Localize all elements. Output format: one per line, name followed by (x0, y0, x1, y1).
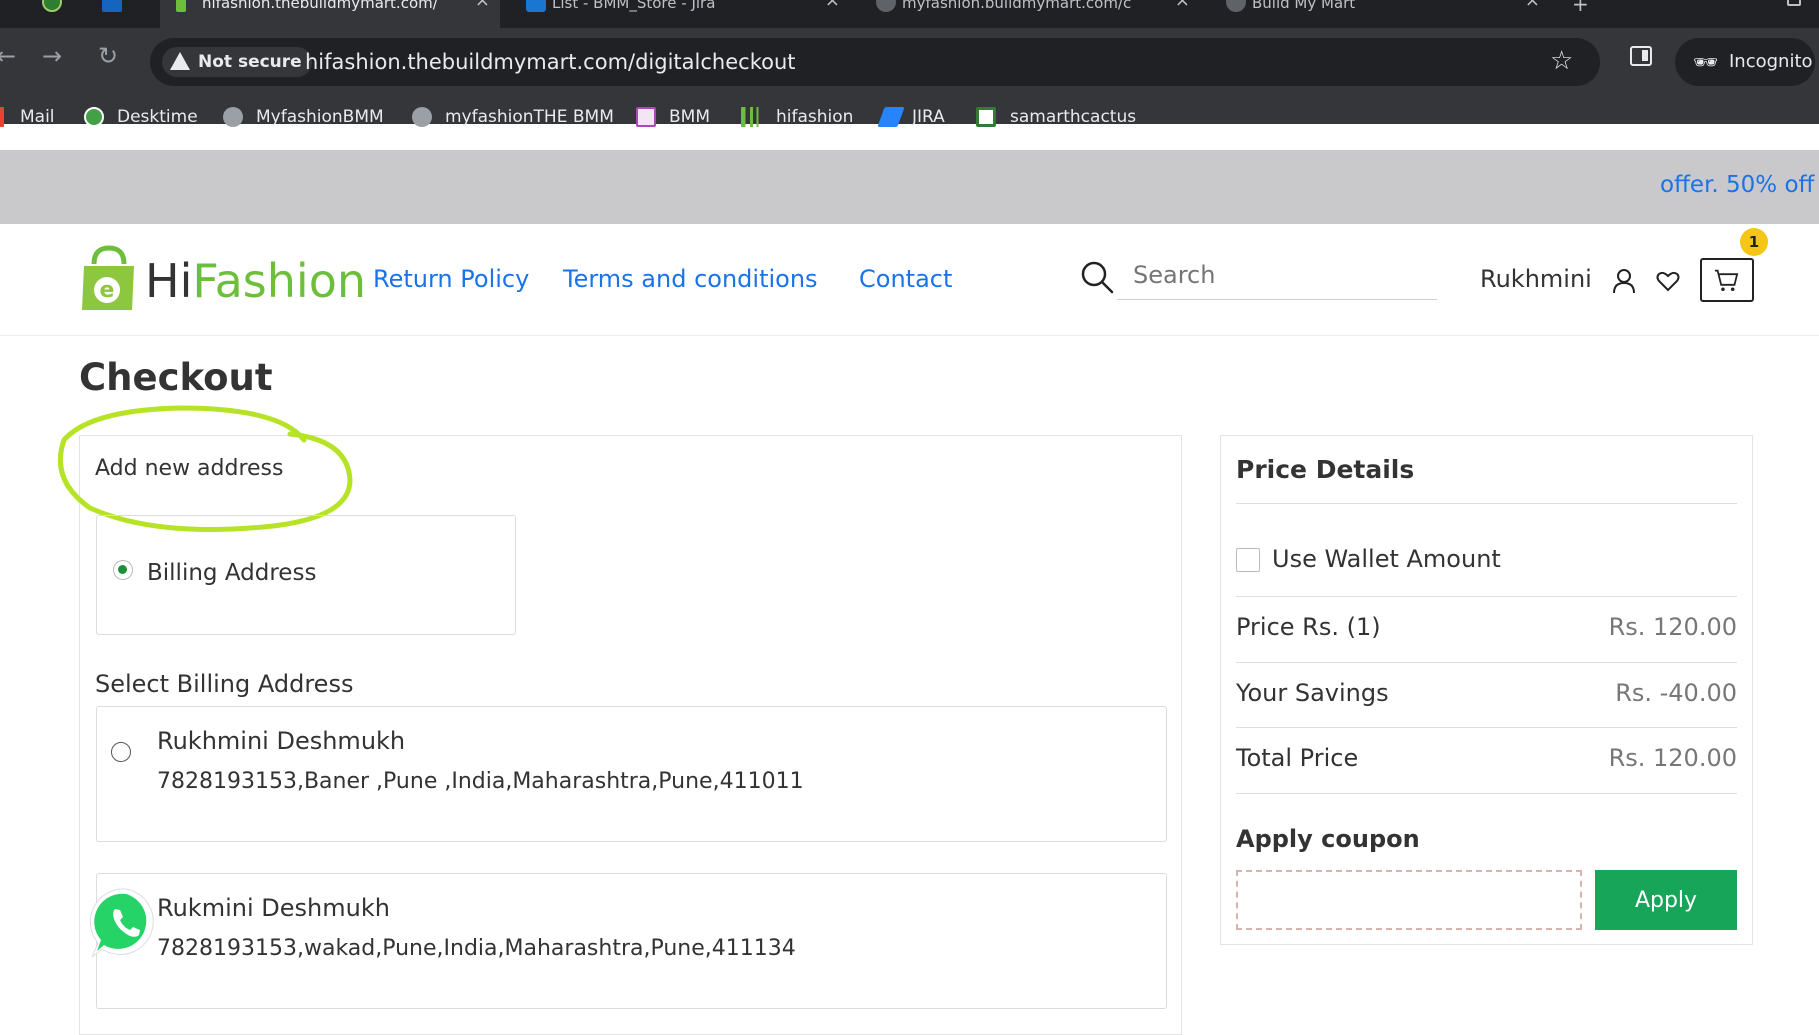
divider (1236, 503, 1737, 504)
price-label: Price Rs. (1) (1236, 613, 1381, 641)
use-wallet-checkbox[interactable] (1236, 548, 1260, 572)
jira-favicon-icon (526, 0, 546, 12)
globe-icon (223, 107, 243, 127)
back-arrow-icon[interactable]: ← (0, 42, 16, 70)
site-logo[interactable]: HiFashion (145, 254, 366, 308)
close-icon[interactable]: × (825, 0, 840, 10)
coupon-input[interactable] (1236, 870, 1582, 930)
address-line: 7828193153,Baner ,Pune ,India,Maharashtr… (157, 769, 804, 794)
divider (1236, 727, 1737, 728)
tab-hifashion[interactable]: hifashion.thebuildmymart.com/ × (160, 0, 500, 28)
offer-text: offer. 50% off o (1660, 172, 1819, 198)
tab-build-my-mart[interactable]: Build My Mart × (1210, 0, 1550, 28)
nav-contact[interactable]: Contact (859, 264, 952, 294)
search-icon[interactable] (1080, 260, 1114, 294)
add-new-address-link[interactable]: Add new address (95, 456, 283, 481)
address-card[interactable]: Rukhmini Deshmukh 7828193153,Baner ,Pune… (96, 706, 1167, 842)
tab-jira[interactable]: List - BMM_Store - Jira × (510, 0, 850, 28)
bookmark-star-icon[interactable]: ☆ (1550, 46, 1573, 76)
close-icon[interactable]: × (475, 0, 490, 10)
tab-label: hifashion.thebuildmymart.com/ (202, 0, 438, 12)
url-text[interactable]: hifashion.thebuildmymart.com/digitalchec… (305, 49, 796, 75)
heart-icon[interactable] (1656, 269, 1680, 293)
total-price-value: Rs. 120.00 (1608, 744, 1737, 772)
divider (1236, 662, 1737, 663)
site-header: e HiFashion Return Policy Terms and cond… (0, 224, 1819, 336)
not-secure-badge[interactable]: Not secure (162, 47, 312, 77)
jira-icon (877, 107, 905, 127)
address-line: 7828193153,wakad,Pune,India,Maharashtra,… (157, 936, 796, 961)
price-value: Rs. 120.00 (1608, 613, 1737, 641)
cactus-icon (976, 107, 996, 127)
logo-bag-icon[interactable]: e (80, 244, 138, 314)
tab-search-icon[interactable] (1787, 0, 1801, 6)
tab-favicon-icon[interactable] (102, 0, 122, 12)
tab-favicon-icon[interactable] (42, 0, 62, 12)
bookmarks-bar: Mail Desktime MyfashionBMM myfashionTHE … (0, 82, 1819, 127)
savings-label: Your Savings (1236, 679, 1389, 707)
nav-return-policy[interactable]: Return Policy (373, 264, 529, 294)
globe-icon (412, 107, 432, 127)
cart-count-badge: 1 (1740, 228, 1768, 256)
address-card[interactable]: Rukmini Deshmukh 7828193153,wakad,Pune,I… (96, 873, 1167, 1009)
mail-icon (0, 107, 4, 127)
svg-text:e: e (100, 278, 115, 303)
side-panel-icon[interactable] (1630, 46, 1652, 66)
cart-icon (1714, 269, 1739, 292)
page-title: Checkout (79, 356, 273, 399)
tab-label: Build My Mart (1252, 0, 1356, 12)
select-billing-title: Select Billing Address (95, 670, 354, 698)
globe-icon (1226, 0, 1246, 12)
total-price-label: Total Price (1236, 744, 1359, 772)
savings-value: Rs. -40.00 (1615, 679, 1737, 707)
globe-icon (876, 0, 896, 12)
apply-coupon-title: Apply coupon (1236, 825, 1420, 853)
price-details-title: Price Details (1236, 455, 1415, 484)
warning-icon (170, 52, 190, 70)
browser-tab-strip: hifashion.thebuildmymart.com/ × List - B… (0, 0, 1819, 28)
hifashion-icon (741, 107, 763, 127)
apply-coupon-button[interactable]: Apply (1595, 870, 1737, 930)
address-name: Rukmini Deshmukh (157, 894, 390, 922)
billing-address-radio[interactable] (113, 560, 133, 580)
reload-icon[interactable]: ↻ (98, 42, 118, 70)
use-wallet-label: Use Wallet Amount (1272, 545, 1501, 573)
close-icon[interactable]: × (1175, 0, 1190, 10)
billing-address-label: Billing Address (147, 560, 317, 586)
divider (1236, 793, 1737, 794)
close-icon[interactable]: × (1525, 0, 1540, 10)
forward-arrow-icon[interactable]: → (42, 42, 62, 70)
tab-myfashion[interactable]: myfashion.buildmymart.com/c × (860, 0, 1200, 28)
incognito-icon: 🕶 (1693, 50, 1719, 74)
tab-label: List - BMM_Store - Jira (552, 0, 716, 12)
offer-banner: offer. 50% off o (0, 150, 1819, 224)
user-icon[interactable] (1612, 268, 1636, 294)
address-radio[interactable] (111, 742, 131, 762)
address-bar[interactable]: Not secure hifashion.thebuildmymart.com/… (150, 38, 1600, 86)
new-tab-button[interactable]: + (1572, 0, 1589, 16)
username-label[interactable]: Rukhmini (1480, 264, 1592, 294)
tab-label: myfashion.buildmymart.com/c (902, 0, 1132, 12)
address-name: Rukhmini Deshmukh (157, 727, 406, 755)
search-input[interactable] (1117, 250, 1437, 300)
divider (1236, 596, 1737, 597)
desktime-icon (84, 107, 104, 127)
hifashion-favicon-icon (176, 0, 186, 12)
incognito-button[interactable]: 🕶 Incognito (1675, 38, 1815, 86)
nav-terms-and-conditions[interactable]: Terms and conditions (563, 264, 818, 294)
bmm-icon (636, 107, 656, 127)
whatsapp-icon[interactable] (88, 885, 164, 961)
cart-button[interactable] (1700, 258, 1754, 302)
